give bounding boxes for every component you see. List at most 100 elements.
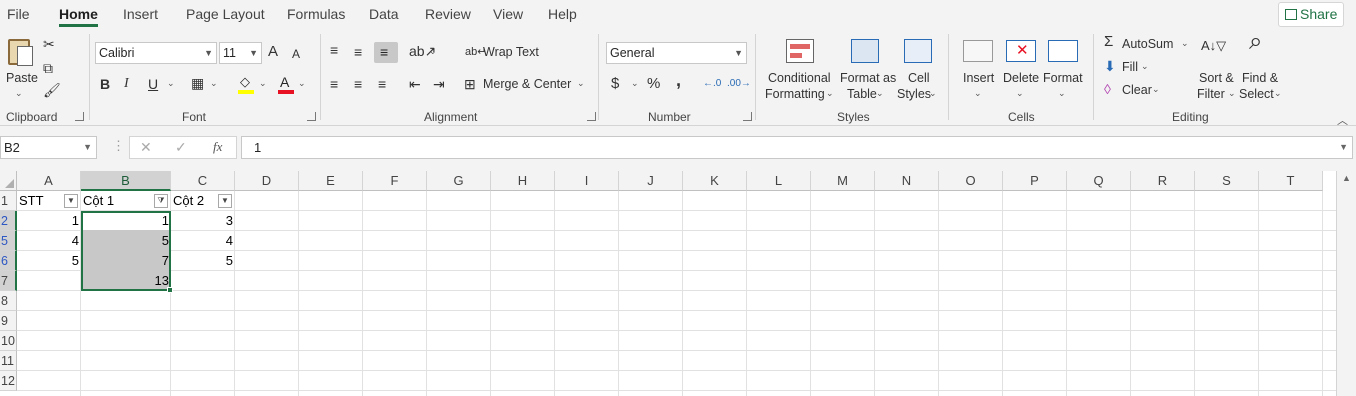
orientation-dropdown-icon[interactable]: ⌄ [429, 46, 437, 57]
table-header-cell[interactable]: Cột 2 [171, 191, 219, 211]
table-header-cell[interactable]: STT [17, 191, 65, 211]
increase-indent-icon[interactable]: ⇥ [433, 76, 445, 92]
find-select-icon[interactable]: ⌕ [1249, 30, 1262, 54]
alignment-launcher-icon[interactable] [587, 112, 596, 121]
autosum-button[interactable]: AutoSum [1122, 36, 1173, 52]
grow-font-icon[interactable]: A [268, 44, 278, 60]
font-name-select[interactable]: Calibri ▼ [95, 42, 217, 64]
clear-button[interactable]: Clear [1122, 82, 1152, 98]
enter-icon[interactable]: ✓ [175, 139, 187, 156]
table-cell[interactable]: 3 [171, 211, 235, 231]
find-select-label-2[interactable]: Select [1239, 86, 1274, 102]
row-header-1[interactable]: 1 [0, 191, 17, 211]
column-header-q[interactable]: Q [1067, 171, 1131, 191]
column-header-o[interactable]: O [939, 171, 1003, 191]
align-center-icon[interactable]: ≡ [354, 76, 362, 92]
sort-filter-label-1[interactable]: Sort & [1199, 70, 1234, 86]
column-header-k[interactable]: K [683, 171, 747, 191]
font-size-select[interactable]: 11 ▼ [219, 42, 262, 64]
filter-dropdown-icon[interactable]: ▼ [218, 194, 232, 208]
column-header-f[interactable]: F [363, 171, 427, 191]
autosum-icon[interactable]: Σ [1104, 34, 1113, 50]
tab-review[interactable]: Review [425, 6, 471, 22]
table-cell[interactable]: 13 [81, 271, 171, 291]
merge-center-icon[interactable]: ⊞ [464, 76, 476, 92]
column-header-j[interactable]: J [619, 171, 683, 191]
merge-dropdown-icon[interactable]: ⌄ [577, 78, 585, 89]
formula-input[interactable]: 1 ▼ [241, 136, 1353, 159]
clear-icon[interactable]: ◊ [1104, 81, 1111, 97]
column-header-l[interactable]: L [747, 171, 811, 191]
filter-applied-icon[interactable]: ⧩ [154, 194, 168, 208]
row-header-9[interactable]: 9 [0, 311, 17, 331]
cut-icon[interactable]: ✂ [43, 36, 55, 52]
select-all-corner[interactable] [0, 171, 17, 191]
conditional-formatting-label-2[interactable]: Formatting [765, 86, 825, 102]
align-left-icon[interactable]: ≡ [330, 76, 338, 92]
shrink-font-icon[interactable]: A [292, 46, 300, 62]
copy-icon[interactable]: ⧉ [43, 60, 53, 76]
percent-button[interactable]: % [647, 76, 660, 92]
row-header-10[interactable]: 10 [0, 331, 17, 351]
tab-file[interactable]: File [7, 6, 30, 22]
cell-styles-icon[interactable] [904, 39, 932, 63]
table-cell[interactable]: 4 [171, 231, 235, 251]
borders-icon[interactable]: ▦ [191, 75, 204, 91]
row-header-2[interactable]: 2 [0, 211, 17, 231]
insert-cells-button[interactable]: Insert [963, 70, 994, 86]
tab-help[interactable]: Help [548, 6, 577, 22]
bold-button[interactable]: B [100, 76, 110, 92]
underline-dropdown-icon[interactable]: ⌄ [167, 78, 175, 89]
fill-icon[interactable]: ⬇ [1104, 58, 1116, 74]
align-bottom-button[interactable]: ≡ [374, 42, 398, 63]
table-cell[interactable]: 5 [171, 251, 235, 271]
increase-decimal-icon[interactable]: ←.0 [703, 76, 721, 92]
row-header-8[interactable]: 8 [0, 291, 17, 311]
cell-styles-label-2[interactable]: Styles [897, 86, 931, 102]
column-header-n[interactable]: N [875, 171, 939, 191]
tab-home[interactable]: Home [59, 6, 98, 27]
row-header-5[interactable]: 5 [0, 231, 17, 251]
font-color-dropdown-icon[interactable]: ⌄ [298, 78, 306, 89]
number-launcher-icon[interactable] [743, 112, 752, 121]
find-select-label-1[interactable]: Find & [1242, 70, 1278, 86]
column-header-i[interactable]: I [555, 171, 619, 191]
insert-function-icon[interactable]: fx [213, 139, 222, 155]
share-button[interactable]: Share [1278, 2, 1344, 27]
format-as-table-label-2[interactable]: Table [847, 86, 877, 102]
currency-button[interactable]: $ [611, 76, 619, 92]
column-header-b[interactable]: B [81, 171, 171, 191]
column-header-p[interactable]: P [1003, 171, 1067, 191]
table-cell[interactable]: 7 [81, 251, 171, 271]
column-header-e[interactable]: E [299, 171, 363, 191]
align-middle-icon[interactable]: ≡ [354, 44, 362, 60]
filter-dropdown-icon[interactable]: ▼ [64, 194, 78, 208]
conditional-formatting-label-1[interactable]: Conditional [768, 70, 831, 86]
tab-view[interactable]: View [493, 6, 523, 22]
paste-dropdown-icon[interactable]: ⌄ [15, 88, 23, 99]
table-cell[interactable]: 5 [17, 251, 81, 271]
format-as-table-label-1[interactable]: Format as [840, 70, 896, 86]
row-header-6[interactable]: 6 [0, 251, 17, 271]
delete-cells-button[interactable]: Delete [1003, 70, 1039, 86]
column-header-a[interactable]: A [17, 171, 81, 191]
column-header-s[interactable]: S [1195, 171, 1259, 191]
insert-cells-icon[interactable] [963, 40, 993, 62]
paste-icon[interactable] [6, 36, 36, 68]
tab-insert[interactable]: Insert [123, 6, 158, 22]
font-launcher-icon[interactable] [307, 112, 316, 121]
scroll-up-icon[interactable]: ▲ [1342, 173, 1351, 183]
table-cell[interactable]: 5 [81, 231, 171, 251]
tab-page-layout[interactable]: Page Layout [186, 6, 265, 22]
align-right-icon[interactable]: ≡ [378, 76, 386, 92]
underline-button[interactable]: U [148, 76, 158, 92]
column-header-c[interactable]: C [171, 171, 235, 191]
column-header-g[interactable]: G [427, 171, 491, 191]
cell-styles-label-1[interactable]: Cell [908, 70, 930, 86]
row-header-11[interactable]: 11 [0, 351, 17, 371]
italic-button[interactable]: I [124, 76, 129, 92]
tab-data[interactable]: Data [369, 6, 399, 22]
align-top-icon[interactable]: ≡ [330, 42, 338, 58]
sort-filter-label-2[interactable]: Filter [1197, 86, 1225, 102]
format-as-table-icon[interactable] [851, 39, 879, 63]
